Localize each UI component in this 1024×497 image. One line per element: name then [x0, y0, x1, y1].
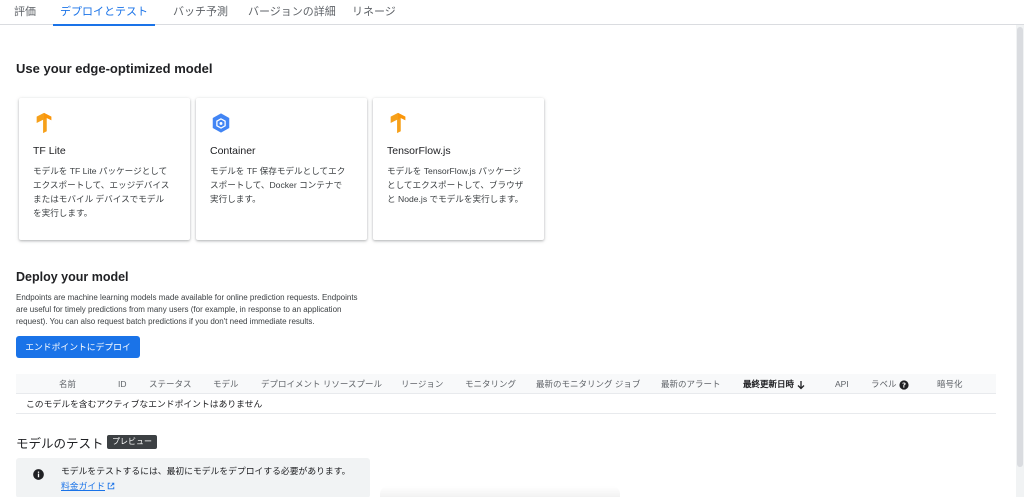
column-header-latest-alert[interactable]: 最新のアラート — [661, 374, 721, 394]
endpoints-table-header: 名前 ID ステータス モデル デプロイメント リソースプール リージョン モニ… — [16, 374, 996, 394]
external-link-icon — [107, 482, 115, 490]
test-heading: モデルのテスト — [16, 437, 104, 451]
info-message: モデルをテストするには、最初にモデルをデプロイする必要があります。 — [61, 466, 351, 476]
info-icon — [33, 469, 44, 480]
tab-lineage[interactable]: リネージ — [352, 0, 396, 25]
card-container[interactable]: Container モデルを TF 保存モデルとしてエク スポートして、Dock… — [196, 98, 367, 240]
tab-evaluate[interactable]: 評価 — [14, 0, 36, 25]
column-header-status[interactable]: ステータス — [149, 374, 192, 394]
container-icon — [212, 113, 230, 133]
table-empty-message: このモデルを含むアクティブなエンドポイントはありません — [16, 394, 996, 414]
column-header-deployment-resource-pool[interactable]: デプロイメント リソースプール — [261, 374, 382, 394]
tab-version-details[interactable]: バージョンの詳細 — [248, 0, 336, 25]
tensorflow-icon — [36, 112, 52, 134]
scrollbar-thumb[interactable] — [1017, 27, 1023, 467]
arrow-down-icon — [797, 380, 805, 390]
column-header-last-updated[interactable]: 最終更新日時 — [743, 374, 806, 394]
column-header-latest-monitoring-job[interactable]: 最新のモニタリング ジョブ — [536, 374, 640, 394]
deploy-heading: Deploy your model — [16, 270, 129, 284]
card-title: TensorFlow.js — [387, 145, 451, 157]
deploy-description: Endpoints are machine learning models ma… — [16, 293, 358, 326]
preview-badge: プレビュー — [107, 435, 157, 449]
svg-text:?: ? — [902, 381, 906, 389]
column-header-id[interactable]: ID — [118, 374, 127, 394]
card-title: TF Lite — [33, 145, 66, 157]
column-header-labels[interactable]: ラベル ? — [871, 374, 909, 394]
column-header-monitoring[interactable]: モニタリング — [465, 374, 516, 394]
card-description: モデルを TensorFlow.js パッケージ としてエクスポートして、ブラウ… — [387, 166, 524, 204]
help-icon[interactable]: ? — [899, 380, 909, 390]
edge-heading: Use your edge-optimized model — [16, 61, 213, 76]
tab-deploy-and-test[interactable]: デプロイとテスト — [53, 0, 155, 26]
info-banner: モデルをテストするには、最初にモデルをデプロイする必要があります。 料金ガイド — [16, 458, 370, 497]
overlay-shadow — [380, 486, 620, 497]
card-description: モデルを TF Lite パッケージとして エクスポートして、エッジデバイス ま… — [33, 166, 170, 218]
pricing-guide-link[interactable]: 料金ガイド — [61, 479, 115, 492]
column-header-encryption[interactable]: 暗号化 — [937, 374, 963, 394]
column-header-region[interactable]: リージョン — [401, 374, 443, 394]
tab-batch-prediction[interactable]: バッチ予測 — [173, 0, 228, 25]
column-header-model[interactable]: モデル — [213, 374, 239, 394]
tab-bar: 評価 デプロイとテスト バッチ予測 バージョンの詳細 リネージ — [0, 0, 1024, 26]
column-header-api[interactable]: API — [835, 374, 849, 394]
tensorflow-icon — [390, 112, 406, 134]
card-title: Container — [210, 145, 256, 157]
card-tensorflow-js[interactable]: TensorFlow.js モデルを TensorFlow.js パッケージ と… — [373, 98, 544, 240]
column-header-name[interactable]: 名前 — [59, 374, 76, 394]
deploy-to-endpoint-button[interactable]: エンドポイントにデプロイ — [16, 336, 140, 358]
card-tf-lite[interactable]: TF Lite モデルを TF Lite パッケージとして エクスポートして、エ… — [19, 98, 190, 240]
card-description: モデルを TF 保存モデルとしてエク スポートして、Docker コンテナで 実… — [210, 166, 346, 204]
